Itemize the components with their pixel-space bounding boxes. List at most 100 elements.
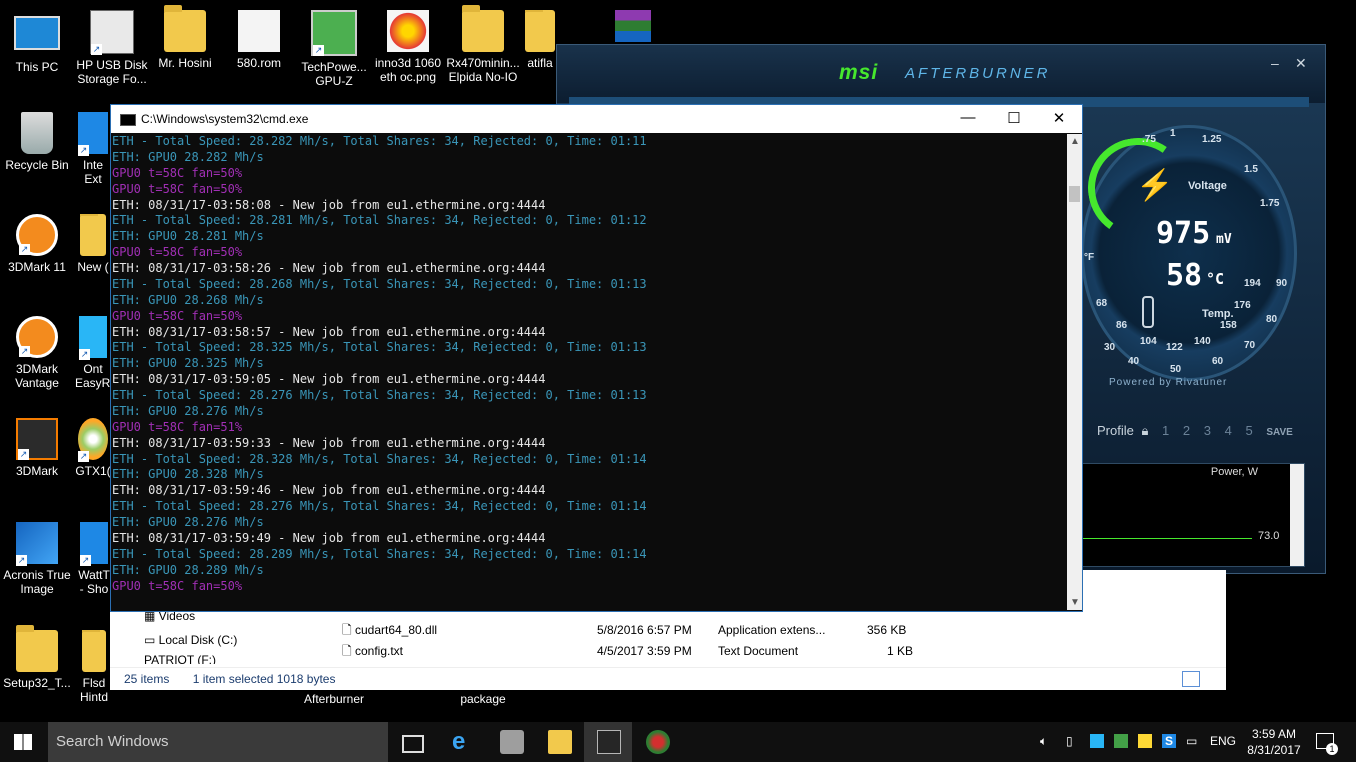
console-line: ETH - Total Speed: 28.276 Mh/s, Total Sh… [112,499,647,514]
afterburner-titlebar[interactable]: msi AFTERBURNER – ✕ [557,45,1325,103]
desktop-icon-flsd[interactable]: Flsd Hintd [75,630,113,704]
selection-info: 1 item selected 1018 bytes [192,672,336,686]
desktop-icon-label: GTX1( [75,464,111,478]
cmd-window: C:\Windows\system32\cmd.exe — ☐ ✕ ETH - … [110,104,1083,612]
console-line: ETH: GPU0 28.268 Mh/s [112,292,264,307]
temp-ring-tick: 70 [1244,340,1256,351]
desktop-icon-580-rom[interactable]: 580.rom [222,10,296,70]
console-line: ETH - Total Speed: 28.282 Mh/s, Total Sh… [112,134,647,148]
temp-tick: 158 [1220,320,1237,331]
desktop-icon-atiflash[interactable]: atifla [520,10,560,70]
profile-slot-3[interactable]: 3 [1204,423,1211,438]
profile-slot-2[interactable]: 2 [1183,423,1190,438]
afterburner-close-button[interactable]: ✕ [1295,55,1307,72]
desktop-icon-3dmark[interactable]: 3DMark [0,418,74,478]
scroll-thumb[interactable] [1069,186,1080,202]
cmd-titlebar[interactable]: C:\Windows\system32\cmd.exe — ☐ ✕ [111,105,1082,133]
desktop-icon-acronis[interactable]: Acronis True Image [0,522,74,596]
file-row[interactable]: 🗋︎ cudart64_80.dll 5/8/2016 6:57 PM Appl… [342,620,942,640]
console-line: GPU0 t=58C fan=51% [112,419,243,434]
search-box[interactable]: Search Windows [48,722,388,762]
folder-icon [82,630,106,672]
usb-tray-icon[interactable]: ▯ [1066,734,1073,748]
temp-tick: °F [1084,252,1095,263]
nav-item-patriot[interactable]: PATRIOT (F:) [144,654,216,664]
file-date: 4/5/2017 3:59 PM [597,644,692,658]
details-view-icon[interactable] [1182,671,1200,687]
voltage-unit: mV [1216,232,1232,247]
desktop-icon-winrar[interactable] [596,10,670,46]
profile-slot-4[interactable]: 4 [1225,423,1232,438]
temp-tick: 104 [1140,336,1157,347]
desktop-icon-new-folder[interactable]: New ( [75,214,111,274]
desktop-icon-afterburner[interactable]: Afterburner [297,692,371,706]
large-icons-view-icon[interactable] [1204,671,1218,685]
scroll-up-icon[interactable]: ▲ [1070,136,1080,147]
clock-date: 8/31/2017 [1247,743,1301,757]
graph-value: 73.0 [1258,530,1280,542]
file-name: config.txt [354,644,404,658]
minimize-button[interactable]: — [945,109,991,126]
start-button[interactable] [14,734,32,750]
temp-unit: °C [1206,270,1225,288]
lock-icon[interactable]: 🔒︎ [1141,423,1148,438]
desktop-icon-gpu-z[interactable]: TechPowe... GPU-Z [297,10,371,88]
desktop-icon-rx470[interactable]: Rx470minin... Elpida No-IO [446,5,520,84]
desktop-icon-label: 3DMark [15,464,58,478]
language-indicator[interactable]: ENG [1210,734,1236,748]
scroll-down-icon[interactable]: ▼ [1070,597,1080,608]
desktop-icon-label: atifla [527,56,553,70]
desktop-icon-recycle-bin[interactable]: Recycle Bin [0,112,74,172]
temp-ring-tick: 60 [1212,356,1224,367]
desktop-icon-label: Rx470minin... Elpida No-IO [446,56,520,84]
graph-line [1082,538,1252,539]
desktop-icon-ontrack[interactable]: Ont EasyRe [75,316,111,390]
desktop-icon-mr-hosini[interactable]: Mr. Hosini [148,5,222,70]
profile-bar: Profile 🔒︎ 1 2 3 4 5 SAVE [1097,423,1293,439]
console-output[interactable]: ETH - Total Speed: 28.282 Mh/s, Total Sh… [111,134,1067,610]
nav-scrollbar[interactable] [304,610,318,664]
task-view-icon[interactable] [402,735,424,753]
volume-icon[interactable]: 🔈︎ [1040,734,1047,749]
file-explorer-icon[interactable] [548,730,572,754]
desktop-icon-3dmark-11[interactable]: 3DMark 11 [0,214,74,274]
tray-icon-blue[interactable] [1090,734,1104,748]
voltage-label: Voltage [1188,180,1227,192]
desktop-icon-intel[interactable]: Inte Ext [75,112,111,186]
dial-tick: 1 [1170,128,1176,139]
desktop-icon-inno3d-png[interactable]: inno3d 1060 eth oc.png [371,10,445,84]
network-tool-icon[interactable] [500,730,524,754]
tray-icon-s[interactable]: S [1162,734,1176,748]
msi-logo: msi [839,61,879,84]
folder-icon [462,5,504,52]
nav-item-local-disk[interactable]: ▭ Local Disk (C:) [144,630,237,650]
desktop-icon-3dmark-vantage[interactable]: 3DMark Vantage [0,316,74,390]
tray-icon-yellow[interactable] [1138,734,1152,748]
desktop-icon-wattman[interactable]: WattT - Sho [75,522,113,596]
desktop-icon-setup32[interactable]: Setup32_T... [0,625,74,690]
tray-icon-green[interactable] [1114,734,1128,748]
save-button[interactable]: SAVE [1266,427,1293,438]
desktop-icon-hp-usb[interactable]: HP USB Disk Storage Fo... [75,10,149,86]
temp-ring-tick: 90 [1276,278,1288,289]
desktop-icon-gtx[interactable]: GTX1( [75,418,111,478]
network-icon[interactable]: ▭ [1186,734,1197,748]
cmd-scrollbar[interactable]: ▲ ▼ [1067,134,1082,610]
graph-scrollbar[interactable] [1290,464,1304,566]
close-button[interactable]: ✕ [1036,109,1082,127]
console-line: ETH - Total Speed: 28.268 Mh/s, Total Sh… [112,276,647,291]
internet-explorer-icon[interactable]: e [452,730,476,754]
maximize-button[interactable]: ☐ [991,109,1037,127]
clock[interactable]: 3:59 AM 8/31/2017 [1246,726,1302,758]
profile-slot-5[interactable]: 5 [1245,423,1252,438]
image-file-icon [387,10,429,52]
desktop-icon-this-pc[interactable]: This PC [0,10,74,74]
afterburner-minimize-button[interactable]: – [1271,55,1279,71]
desktop-icon-package[interactable]: package [446,692,520,706]
afterburner-taskbar-icon[interactable] [646,730,670,754]
nav-item-label: PATRIOT (F:) [144,654,216,664]
cmd-title: C:\Windows\system32\cmd.exe [141,112,309,126]
profile-slot-1[interactable]: 1 [1162,423,1169,438]
file-row[interactable]: 🗋︎ config.txt 4/5/2017 3:59 PM Text Docu… [342,641,942,661]
console-line: ETH: 08/31/17-03:58:08 - New job from eu… [112,197,546,212]
